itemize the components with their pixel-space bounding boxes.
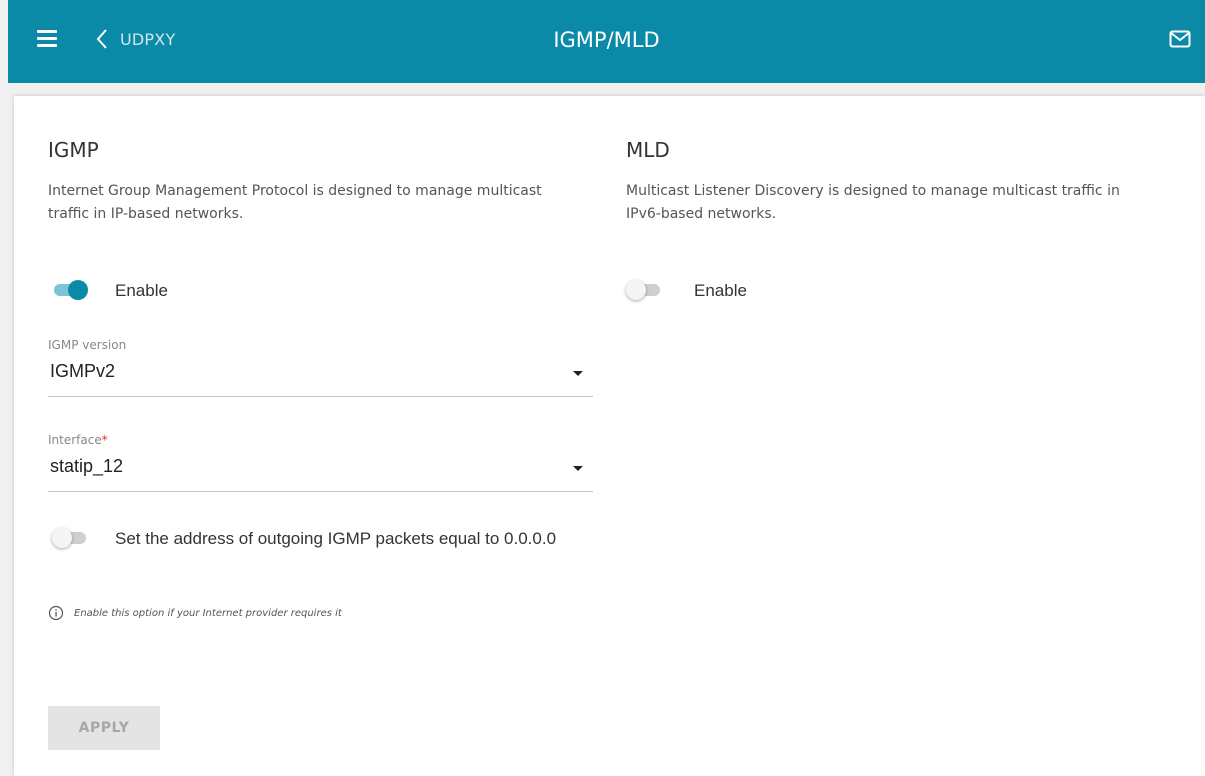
- mld-title: MLD: [626, 138, 670, 162]
- dropdown-arrow-icon: [573, 466, 583, 471]
- dropdown-arrow-icon: [573, 371, 583, 376]
- igmp-version-label: IGMP version: [48, 338, 127, 352]
- outgoing-address-hint: Enable this option if your Internet prov…: [48, 605, 342, 621]
- top-bar: UDPXY IGMP/MLD: [8, 0, 1205, 83]
- igmp-title: IGMP: [48, 138, 99, 162]
- igmp-version-select[interactable]: IGMP version IGMPv2: [48, 338, 593, 397]
- interface-select[interactable]: Interface* statip_12: [48, 433, 593, 492]
- page-title: IGMP/MLD: [553, 28, 660, 52]
- interface-value: statip_12: [50, 456, 124, 476]
- required-mark: *: [101, 433, 108, 447]
- info-icon: [48, 605, 64, 621]
- apply-button[interactable]: APPLY: [48, 706, 160, 750]
- mld-enable-label: Enable: [694, 281, 747, 300]
- igmp-version-value: IGMPv2: [50, 361, 116, 381]
- mail-icon[interactable]: [1169, 30, 1191, 48]
- igmp-description: Internet Group Management Protocol is de…: [48, 183, 542, 222]
- interface-label: Interface*: [48, 433, 108, 447]
- mld-description: Multicast Listener Discovery is designed…: [626, 183, 1120, 222]
- outgoing-address-toggle[interactable]: [52, 528, 88, 548]
- igmp-enable-toggle[interactable]: [52, 280, 88, 300]
- outgoing-address-label: Set the address of outgoing IGMP packets…: [115, 529, 557, 548]
- hint-text: Enable this option if your Internet prov…: [74, 607, 342, 619]
- mld-enable-toggle[interactable]: [626, 280, 662, 300]
- settings-card: IGMP Internet Group Management Protocol …: [14, 96, 1205, 776]
- igmp-enable-label: Enable: [115, 281, 168, 300]
